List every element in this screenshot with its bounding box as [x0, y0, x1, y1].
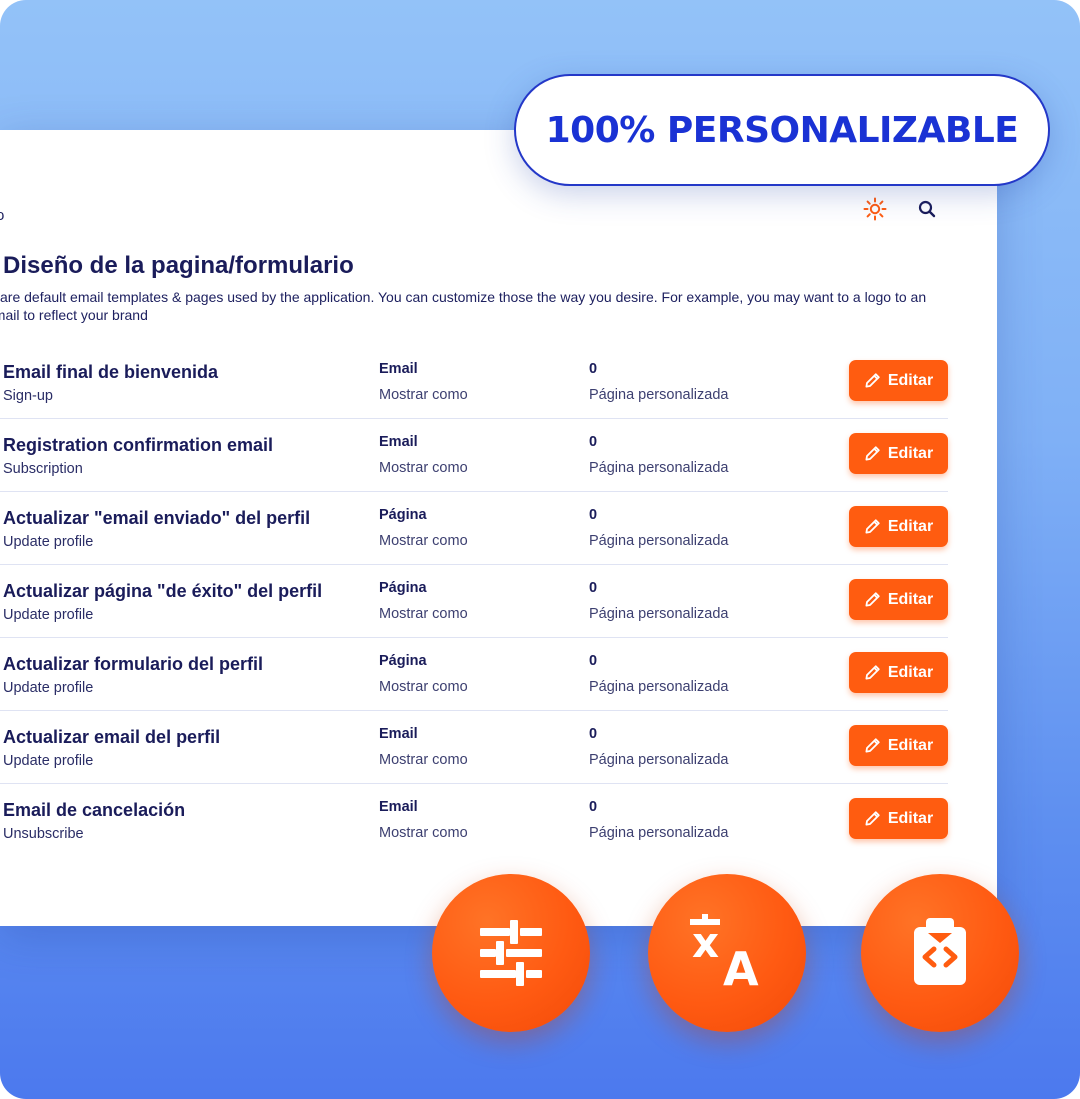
page-title: Diseño de la pagina/formulario — [3, 252, 354, 279]
edit-button-label: Editar — [887, 736, 934, 754]
code-feature-button[interactable] — [861, 874, 1019, 1032]
template-type: Página — [379, 653, 427, 669]
edit-button-label: Editar — [887, 371, 934, 389]
template-category: Sign-up — [3, 388, 53, 404]
template-name: Actualizar formulario del perfil — [3, 654, 264, 674]
personalizable-badge: 100% PERSONALIZABLE — [514, 74, 1050, 186]
pencil-icon — [865, 373, 880, 388]
edit-button[interactable]: Editar — [849, 360, 948, 401]
custom-page-label: Página personalizada — [589, 825, 729, 841]
template-count: 0 — [589, 726, 598, 742]
edit-button-label: Editar — [887, 809, 934, 827]
pencil-icon — [865, 811, 880, 826]
template-name: Actualizar "email enviado" del perfil — [3, 508, 311, 528]
template-type: Página — [379, 580, 427, 596]
template-name: Registration confirmation email — [3, 435, 274, 455]
table-row: Actualizar "email enviado" del perfil Upd… — [0, 492, 948, 565]
show-as-label: Mostrar como — [379, 387, 468, 403]
table-row: Registration confirmation email Subscript… — [0, 419, 948, 492]
code-clipboard-icon — [914, 918, 966, 985]
edit-button[interactable]: Editar — [849, 433, 948, 474]
sliders-icon — [480, 920, 542, 986]
edit-button-label: Editar — [887, 663, 934, 681]
template-count: 0 — [589, 653, 598, 669]
app-window: o Diseño de la pagina/formulario w are d… — [0, 130, 997, 926]
template-count: 0 — [589, 580, 598, 596]
pencil-icon — [865, 738, 880, 753]
template-type: Email — [379, 726, 418, 742]
table-row: Actualizar formulario del perfil Update p… — [0, 638, 948, 711]
svg-text:x: x — [692, 918, 719, 967]
custom-page-label: Página personalizada — [589, 679, 729, 695]
template-category: Unsubscribe — [3, 826, 84, 842]
template-name: Email final de bienvenida — [3, 362, 219, 382]
breadcrumb: o — [0, 207, 5, 224]
template-count: 0 — [589, 799, 598, 815]
template-type: Email — [379, 799, 418, 815]
template-name: Email de cancelación — [3, 800, 186, 820]
edit-button-label: Editar — [887, 590, 934, 608]
edit-button[interactable]: Editar — [849, 506, 948, 547]
edit-button[interactable]: Editar — [849, 652, 948, 693]
template-category: Subscription — [3, 461, 83, 477]
search-icon[interactable] — [914, 196, 940, 222]
edit-button[interactable]: Editar — [849, 579, 948, 620]
show-as-label: Mostrar como — [379, 679, 468, 695]
table-row: Actualizar email del perfil Update profil… — [0, 711, 948, 784]
template-type: Email — [379, 434, 418, 450]
template-count: 0 — [589, 434, 598, 450]
template-list: Email final de bienvenida Sign-up Email Mos… — [0, 346, 948, 856]
show-as-label: Mostrar como — [379, 606, 468, 622]
edit-button-label: Editar — [887, 517, 934, 535]
sliders-feature-button[interactable] — [432, 874, 590, 1032]
template-type: Página — [379, 507, 427, 523]
show-as-label: Mostrar como — [379, 825, 468, 841]
custom-page-label: Página personalizada — [589, 533, 729, 549]
template-name: Actualizar email del perfil — [3, 727, 221, 747]
template-category: Update profile — [3, 534, 94, 550]
pencil-icon — [865, 665, 880, 680]
badge-text: 100% PERSONALIZABLE — [545, 109, 1019, 151]
page-description: w are default email templates & pages us… — [0, 289, 927, 323]
table-row: Email final de bienvenida Sign-up Email Mos… — [0, 346, 948, 419]
sun-icon[interactable] — [862, 196, 888, 222]
template-type: Email — [379, 361, 418, 377]
custom-page-label: Página personalizada — [589, 752, 729, 768]
template-name: Actualizar página "de éxito" del perfil — [3, 581, 323, 601]
template-count: 0 — [589, 507, 598, 523]
pencil-icon — [865, 519, 880, 534]
custom-page-label: Página personalizada — [589, 606, 729, 622]
pencil-icon — [865, 592, 880, 607]
svg-text:A: A — [723, 942, 759, 996]
show-as-label: Mostrar como — [379, 752, 468, 768]
show-as-label: Mostrar como — [379, 460, 468, 476]
custom-page-label: Página personalizada — [589, 460, 729, 476]
template-category: Update profile — [3, 680, 94, 696]
template-category: Update profile — [3, 753, 94, 769]
template-count: 0 — [589, 361, 598, 377]
translate-icon: x A — [690, 914, 759, 996]
template-category: Update profile — [3, 607, 94, 623]
edit-button[interactable]: Editar — [849, 725, 948, 766]
promo-frame: o Diseño de la pagina/formulario w are d… — [0, 0, 1080, 1099]
edit-button-label: Editar — [887, 444, 934, 462]
table-row: Actualizar página "de éxito" del perfil U… — [0, 565, 948, 638]
translate-feature-button[interactable]: x A — [648, 874, 806, 1032]
table-row: Email de cancelación Unsubscribe Email Most… — [0, 784, 948, 856]
custom-page-label: Página personalizada — [589, 387, 729, 403]
pencil-icon — [865, 446, 880, 461]
show-as-label: Mostrar como — [379, 533, 468, 549]
edit-button[interactable]: Editar — [849, 798, 948, 839]
